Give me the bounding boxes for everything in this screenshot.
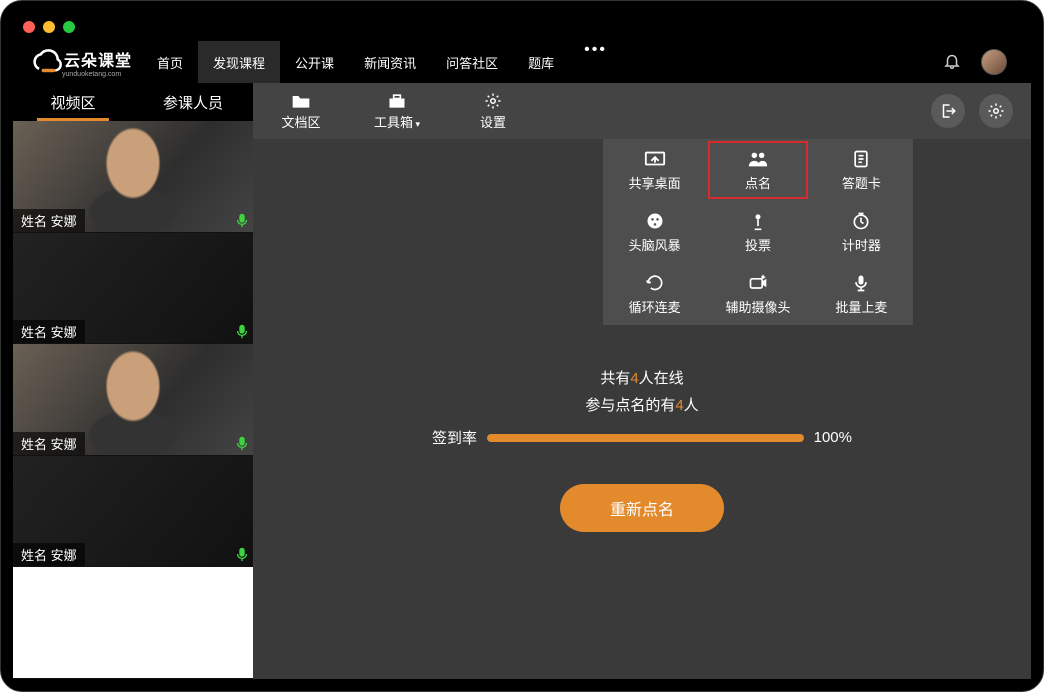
video-tile-empty [13, 567, 253, 679]
content-area: 共有4人在线 参与点名的有4人 签到率 100% 重新点名 [253, 139, 1031, 679]
rate-label: 签到率 [432, 427, 477, 448]
rate-percent: 100% [814, 429, 852, 446]
video-tile[interactable]: 姓名 安娜 [13, 456, 253, 568]
nav-news[interactable]: 新闻资讯 [349, 41, 431, 83]
left-panel: 视频区 参课人员 姓名 安娜 姓名 安娜 [13, 83, 253, 679]
participant-name: 姓名 安娜 [13, 209, 85, 232]
participant-name: 姓名 安娜 [13, 432, 85, 455]
top-nav: 云朵课堂 yunduoketang.com 首页 发现课程 公开课 新闻资讯 问… [13, 41, 1031, 83]
nav-items: 首页 发现课程 公开课 新闻资讯 问答社区 题库 ••• [142, 41, 622, 83]
minimize-icon[interactable] [43, 21, 55, 33]
tab-video-area[interactable]: 视频区 [13, 83, 133, 121]
left-tabs: 视频区 参课人员 [13, 83, 253, 121]
exit-button[interactable] [931, 94, 965, 128]
rate-progress-fill [487, 434, 804, 442]
tool-toolbox[interactable]: 工具箱 [349, 83, 445, 139]
nav-question-bank[interactable]: 题库 [513, 41, 569, 83]
folder-icon [291, 92, 311, 110]
nav-discover-courses[interactable]: 发现课程 [198, 41, 280, 83]
main-area: 文档区 工具箱 设置 [253, 83, 1031, 679]
toolbox-icon [387, 92, 407, 110]
main-toolbar: 文档区 工具箱 设置 [253, 83, 1031, 139]
nav-home[interactable]: 首页 [142, 41, 198, 83]
joined-count-line: 参与点名的有4人 [585, 394, 698, 415]
tool-docs[interactable]: 文档区 [253, 83, 349, 139]
workspace: 视频区 参课人员 姓名 安娜 姓名 安娜 [13, 83, 1031, 679]
maximize-icon[interactable] [63, 21, 75, 33]
app-window: 云朵课堂 yunduoketang.com 首页 发现课程 公开课 新闻资讯 问… [0, 0, 1044, 692]
toolbar-right [931, 83, 1031, 139]
logo-text: 云朵课堂 [64, 53, 132, 70]
video-list: 姓名 安娜 姓名 安娜 姓名 安娜 [13, 121, 253, 679]
logo-subtext: yunduoketang.com [62, 71, 132, 78]
nav-qa-community[interactable]: 问答社区 [431, 41, 513, 83]
video-tile[interactable]: 姓名 安娜 [13, 233, 253, 345]
app-root: 云朵课堂 yunduoketang.com 首页 发现课程 公开课 新闻资讯 问… [13, 41, 1031, 679]
close-icon[interactable] [23, 21, 35, 33]
mic-on-icon [235, 546, 249, 562]
cloud-icon [28, 48, 62, 76]
tool-settings[interactable]: 设置 [445, 83, 541, 139]
exit-icon [939, 102, 957, 120]
gear-icon [987, 102, 1005, 120]
logo: 云朵课堂 yunduoketang.com [28, 47, 132, 78]
window-controls [23, 21, 75, 33]
retry-rollcall-button[interactable]: 重新点名 [560, 484, 724, 532]
tool-toolbox-label: 工具箱 [374, 112, 420, 131]
nav-right [943, 49, 1021, 75]
rollcall-stats: 共有4人在线 参与点名的有4人 签到率 100% 重新点名 [253, 367, 1031, 532]
tool-docs-label: 文档区 [281, 112, 320, 131]
mic-on-icon [235, 435, 249, 451]
mic-on-icon [235, 212, 249, 228]
tool-settings-label: 设置 [480, 112, 506, 131]
nav-more[interactable]: ••• [569, 41, 622, 83]
mic-on-icon [235, 323, 249, 339]
participant-name: 姓名 安娜 [13, 320, 85, 343]
online-count-line: 共有4人在线 [600, 367, 683, 388]
video-tile[interactable]: 姓名 安娜 [13, 344, 253, 456]
tab-participants[interactable]: 参课人员 [133, 83, 253, 121]
rate-progress-bar [487, 434, 804, 442]
gear-icon [483, 92, 503, 110]
video-tile[interactable]: 姓名 安娜 [13, 121, 253, 233]
participant-name: 姓名 安娜 [13, 543, 85, 566]
attendance-rate-row: 签到率 100% [432, 427, 852, 448]
nav-public-class[interactable]: 公开课 [280, 41, 349, 83]
user-avatar[interactable] [981, 49, 1007, 75]
notifications-icon[interactable] [943, 51, 961, 74]
settings-button[interactable] [979, 94, 1013, 128]
